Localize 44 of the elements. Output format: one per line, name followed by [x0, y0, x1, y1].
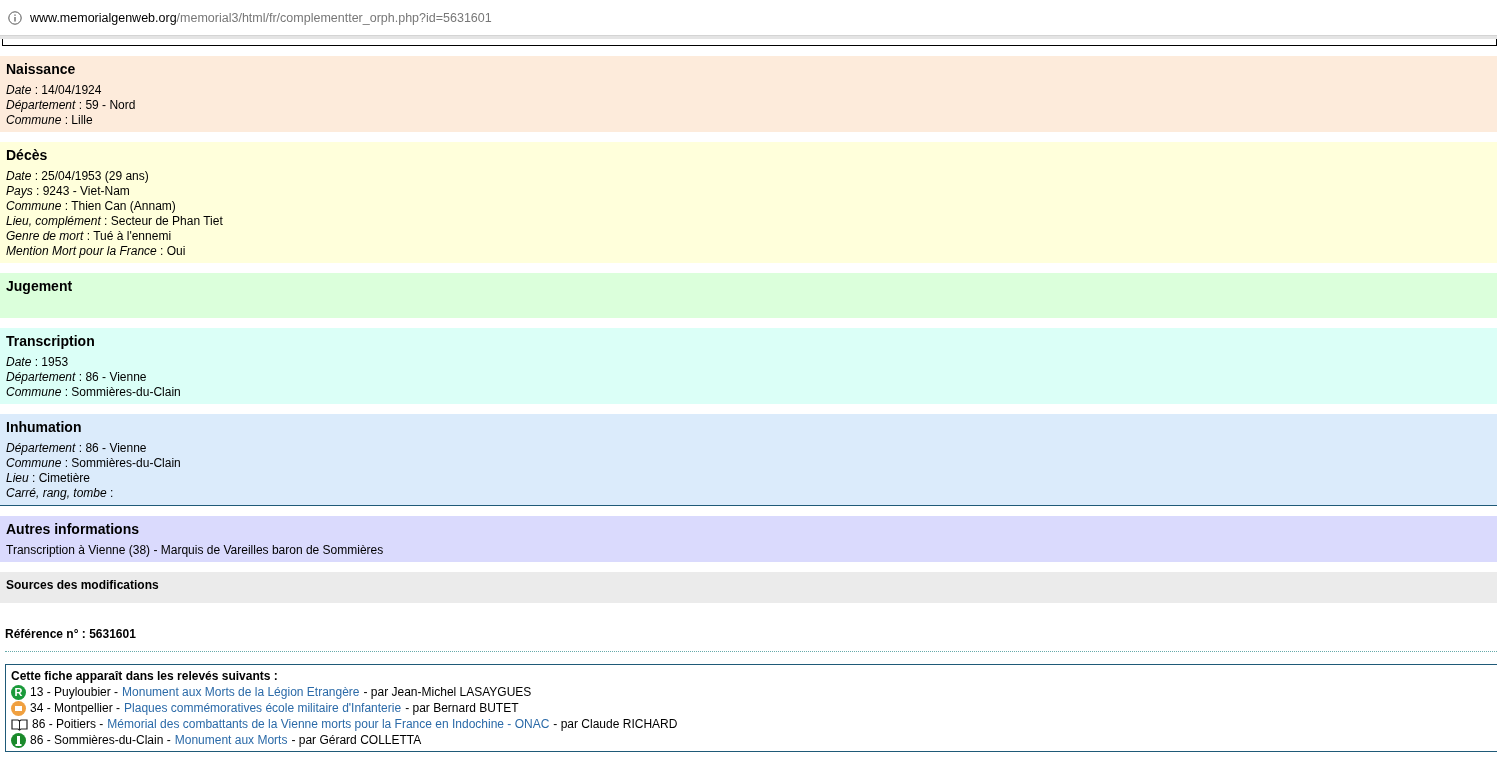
field-line: Pays : 9243 - Viet-Nam [6, 184, 130, 199]
section-title: Décès [6, 147, 48, 163]
releve-author: - par Claude RICHARD [553, 716, 678, 732]
letter-badge-icon: R [11, 684, 26, 700]
info-text: Transcription à Vienne (38) - Marquis de Vareilles baron de Sommières [6, 543, 384, 558]
releve-place: 34 - Montpellier - [30, 700, 121, 716]
field-line: Mention Mort pour la France : Oui [6, 244, 186, 259]
field-line: Genre de mort : Tué à l'ennemi [6, 229, 172, 244]
sources-title: Sources des modifications [6, 578, 159, 592]
releve-place: 86 - Poitiers - [32, 716, 104, 732]
section-title: Inhumation [6, 419, 82, 435]
field-line: Département : 86 - Vienne [6, 370, 147, 385]
field-line: Carré, rang, tombe : [6, 486, 114, 501]
releve-link[interactable]: Mémorial des combattants de la Vienne morts pour la France en Indochine - ONAC [107, 716, 550, 732]
field-line: Commune : Sommières-du-Clain [6, 456, 181, 471]
url-text[interactable]: www.memorialgenweb.org/memorial3/html/fr/complementter_orph.php?id=5631601 [30, 10, 492, 25]
field-line: Date : 14/04/1924 [6, 83, 102, 98]
section-title: Jugement [6, 278, 73, 294]
section-title: Autres informations [6, 521, 139, 537]
releve-author: - par Gérard COLLETTA [291, 732, 422, 748]
releve-author: - par Bernard BUTET [405, 700, 519, 716]
field-line: Département : 86 - Vienne [6, 441, 147, 456]
releve-author: - par Jean-Michel LASAYGUES [363, 684, 532, 700]
releve-link[interactable]: Monument aux Morts [174, 732, 288, 748]
section-title: Naissance [6, 61, 76, 77]
field-line: Date : 1953 [6, 355, 69, 370]
releve-place: 86 - Sommières-du-Clain - [30, 732, 171, 748]
releve-link[interactable]: Plaques commémoratives école militaire d'Infanterie [124, 700, 402, 716]
open-book-icon [11, 717, 28, 731]
section-title: Transcription [6, 333, 95, 349]
field-line: Commune : Lille [6, 113, 93, 128]
releves-title: Cette fiche apparaît dans les relevés suivants : [11, 668, 278, 684]
plaque-icon [11, 700, 26, 716]
field-line: Lieu : Cimetière [6, 471, 91, 486]
releve-link[interactable]: Monument aux Morts de la Légion Etrangère [122, 684, 360, 700]
field-line: Commune : Sommières-du-Clain [6, 385, 181, 400]
releve-place: 13 - Puyloubier - [30, 684, 119, 700]
field-line: Date : 25/04/1953 (29 ans) [6, 169, 149, 184]
monument-icon [11, 732, 26, 748]
field-line: Commune : Thien Can (Annam) [6, 199, 176, 214]
reference-number: Référence n° : 5631601 [5, 627, 136, 641]
field-line: Département : 59 - Nord [6, 98, 136, 113]
info-icon[interactable] [8, 10, 22, 25]
field-line: Lieu, complément : Secteur de Phan Tiet [6, 214, 223, 229]
